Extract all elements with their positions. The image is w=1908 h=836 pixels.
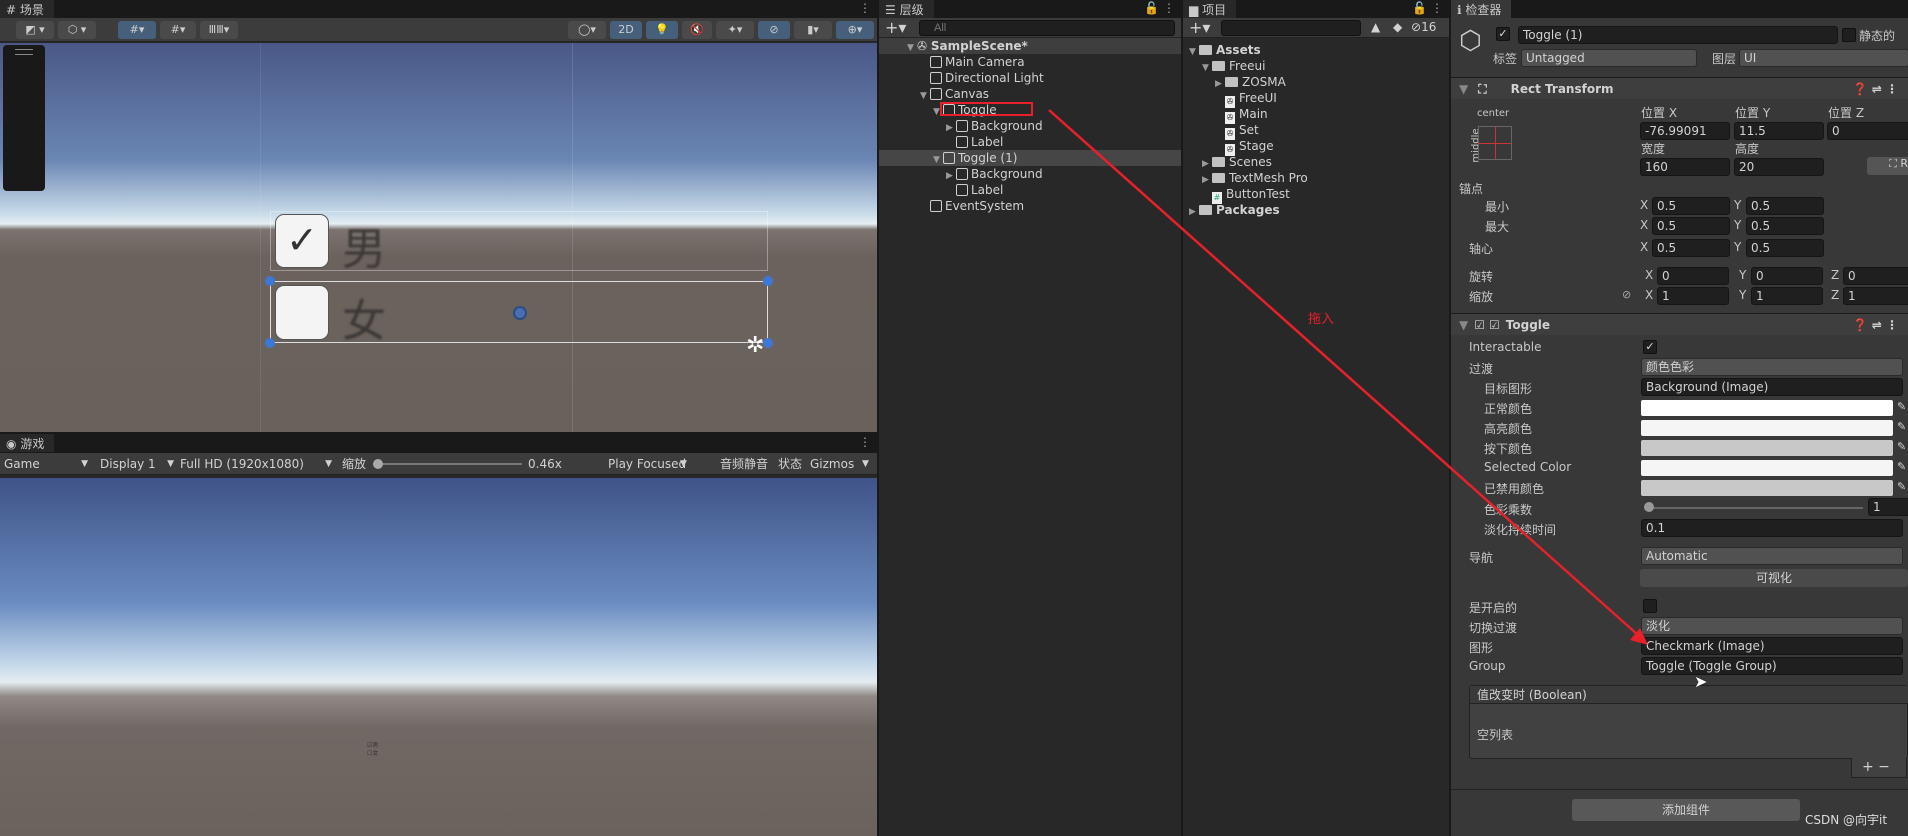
drag-arrow xyxy=(1048,109,1648,645)
watermark: CSDN @向宇it xyxy=(1805,813,1888,827)
mouse-cursor-icon: ➤ xyxy=(1694,672,1708,691)
